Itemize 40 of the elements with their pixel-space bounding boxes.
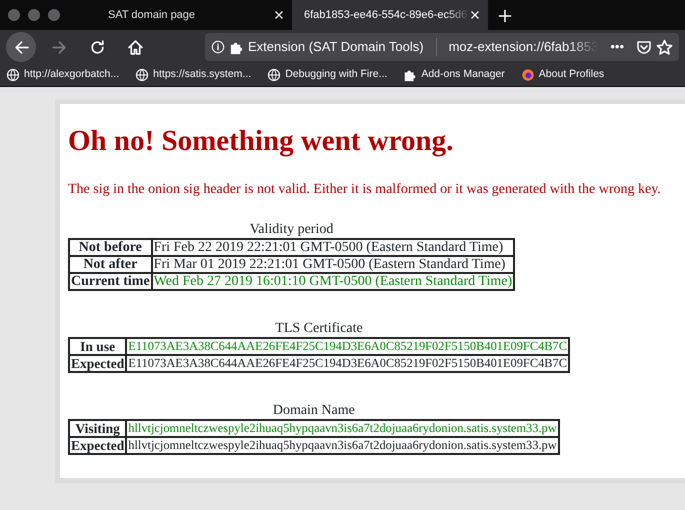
row-header: Expected xyxy=(69,436,126,454)
page-actions-menu[interactable]: ••• xyxy=(610,37,624,57)
globe-icon xyxy=(267,68,282,82)
row-header: Expected xyxy=(69,354,126,372)
puzzle-icon xyxy=(403,68,418,82)
row-header: Current time xyxy=(69,272,152,290)
row-header: Not after xyxy=(69,256,152,273)
table-cell: Wed Feb 27 2019 16:01:10 GMT-0500 (Eastern Standard Time) xyxy=(152,272,514,290)
info-icon[interactable] xyxy=(211,40,225,54)
bookmark-item[interactable]: About Profiles xyxy=(520,67,604,83)
site-identity-label[interactable]: Extension (SAT Domain Tools) xyxy=(248,37,424,57)
table-cell: E11073AE3A38C644AAE26FE4F25C194D3E6A0C85219F02F5150B401E09FC4B7C xyxy=(126,354,570,372)
star-icon[interactable] xyxy=(656,38,673,56)
row-header: In use xyxy=(69,338,126,355)
table-caption: Domain Name xyxy=(272,402,356,419)
back-icon[interactable] xyxy=(6,32,36,62)
table-cell: Fri Mar 01 2019 22:21:01 GMT-0500 (Eastern Standard Time) xyxy=(152,256,514,273)
browser-logo-icon xyxy=(520,68,535,82)
error-message: The sig in the onion sig header is not valid. Either it is malformed or it was generated with the wrong key. xyxy=(68,180,662,199)
window-control-icon[interactable] xyxy=(8,9,20,21)
table-caption: Validity period xyxy=(248,222,334,238)
table-cell: E11073AE3A38C644AAE26FE4F25C194D3E6A0C85219F02F5150B401E09FC4B7C xyxy=(126,338,570,355)
window-control-icon[interactable] xyxy=(48,9,60,21)
table-cell: hllvtjcjomneltczwespyle2ihuaq5hypqaavn3is6a7t2dojuaa6rydonion.satis.system33.pw xyxy=(126,436,559,454)
window-control-icon[interactable] xyxy=(28,9,40,21)
bookmark-item[interactable]: Debugging with Fire... xyxy=(267,67,388,83)
bookmark-item[interactable]: http://alexgorbatch... xyxy=(6,67,120,83)
globe-icon xyxy=(135,68,150,82)
bookmark-item[interactable]: https://satis.system... xyxy=(135,67,252,83)
close-icon[interactable] xyxy=(274,10,284,20)
browser-tab[interactable]: 6fab1853-ee46-554c-89e6-ec5d6 xyxy=(292,0,488,30)
pocket-icon[interactable] xyxy=(636,39,652,55)
table-cell: hllvtjcjomneltczwespyle2ihuaq5hypqaavn3is6a7t2dojuaa6rydonion.satis.system33.pw xyxy=(126,420,559,437)
error-heading: Oh no! Something went wrong. xyxy=(68,124,454,159)
row-header: Not before xyxy=(69,238,152,256)
table-caption: TLS Certificate xyxy=(274,320,364,337)
globe-icon xyxy=(6,68,20,82)
table-cell: Fri Feb 22 2019 22:21:01 GMT-0500 (Eastern Standard Time) xyxy=(152,238,514,256)
bookmark-item[interactable]: Add-ons Manager xyxy=(403,67,505,83)
row-header: Visiting xyxy=(69,420,126,437)
